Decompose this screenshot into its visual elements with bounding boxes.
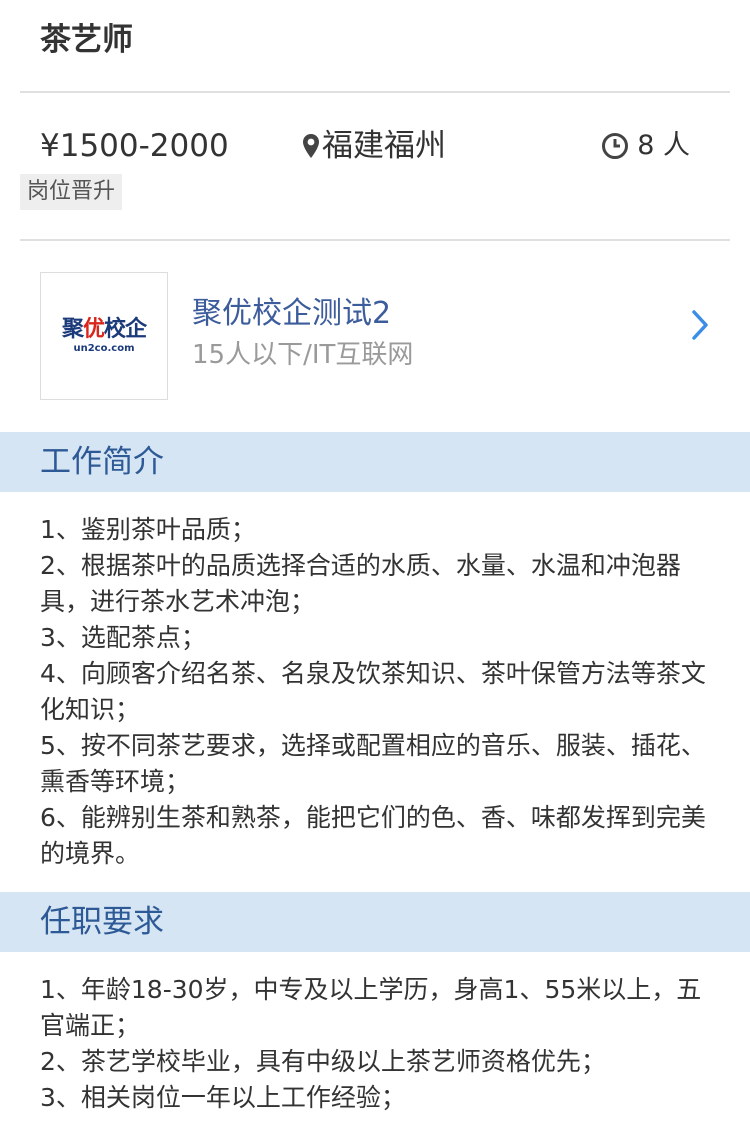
divider [20, 91, 730, 93]
chevron-right-icon[interactable] [690, 308, 710, 342]
intro-body: 1、鉴别茶叶品质； 2、根据茶叶的品质选择合适的水质、水量、水温和冲泡器具，进行… [40, 512, 708, 872]
section-title: 任职要求 [40, 904, 164, 940]
intro-line: 4、向顾客介绍名茶、名泉及饮茶知识、茶叶保管方法等茶文化知识； [40, 659, 706, 724]
logo-domain: un2co.com [73, 343, 135, 354]
section-title: 工作简介 [40, 444, 164, 480]
headcount: 8 人 [601, 125, 690, 167]
location-text: 福建福州 [322, 128, 446, 164]
job-tag: 岗位晋升 [20, 174, 123, 210]
company-meta: 15人以下/IT互联网 [192, 340, 414, 370]
map-pin-icon [303, 134, 319, 158]
requirement-line: 2、茶艺学校毕业，具有中级以上茶艺师资格优先； [40, 1047, 606, 1076]
section-header-requirements: 任职要求 [0, 892, 750, 952]
section-header-intro: 工作简介 [0, 432, 750, 492]
logo-wordmark: 聚优校企 [61, 317, 147, 342]
intro-line: 5、按不同茶艺要求，选择或配置相应的音乐、服装、插花、熏香等环境； [40, 731, 706, 796]
intro-line: 6、能辨别生茶和熟茶，能把它们的色、香、味都发挥到完美的境界。 [40, 803, 706, 868]
requirement-line: 1、年龄18-30岁，中专及以上学历，身高1、55米以上，五官端正； [40, 975, 702, 1040]
intro-line: 3、选配茶点； [40, 623, 206, 652]
salary: ¥1500-2000 [40, 128, 229, 164]
clock-icon [602, 133, 629, 159]
job-detail-page: 茶艺师 ¥1500-2000 福建福州 8 人 岗位晋升 聚优校企 un2co.… [0, 0, 750, 1122]
headcount-text: 8 人 [637, 130, 690, 161]
location: 福建福州 [302, 125, 446, 167]
intro-line: 1、鉴别茶叶品质； [40, 515, 256, 544]
requirement-line: 3、相关岗位一年以上工作经验； [40, 1083, 406, 1112]
company-card[interactable]: 聚优校企 un2co.com 聚优校企测试2 15人以下/IT互联网 [0, 242, 750, 432]
divider [20, 239, 730, 241]
job-title: 茶艺师 [40, 22, 133, 58]
intro-line: 2、根据茶叶的品质选择合适的水质、水量、水温和冲泡器具，进行茶水艺术冲泡； [40, 551, 681, 616]
company-name[interactable]: 聚优校企测试2 [192, 294, 391, 334]
company-logo: 聚优校企 un2co.com [40, 272, 168, 400]
requirements-body: 1、年龄18-30岁，中专及以上学历，身高1、55米以上，五官端正； 2、茶艺学… [40, 972, 708, 1116]
